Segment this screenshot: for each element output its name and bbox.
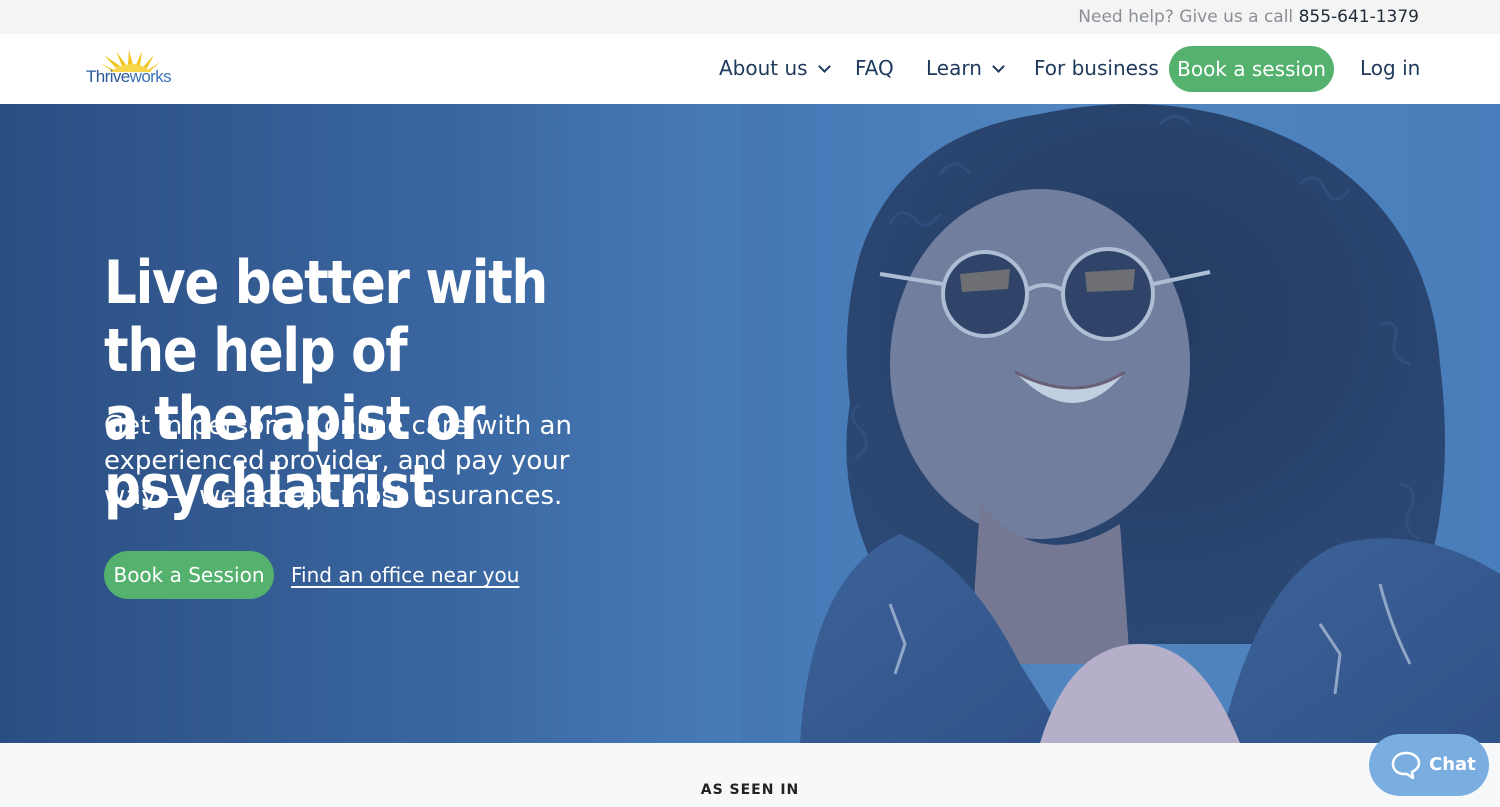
nav-about-us[interactable]: About us — [719, 56, 831, 80]
as-seen-in-label: AS SEEN IN — [700, 782, 800, 798]
nav-faq-label: FAQ — [855, 56, 894, 80]
find-office-link[interactable]: Find an office near you — [291, 563, 519, 587]
logo-wordmark: Thriveworks — [86, 67, 172, 87]
hero-heading-line-1: Live better with the help of — [104, 248, 548, 386]
help-text: Need help? Give us a call 855-641-1379 — [1078, 7, 1419, 27]
nav-learn-label: Learn — [926, 56, 982, 80]
nav-for-business-label: For business — [1034, 56, 1159, 80]
main-navigation: Thriveworks About us FAQ Learn For busin… — [0, 34, 1500, 104]
hero-subheading: Get in-person or online care with an exp… — [104, 411, 572, 511]
hero-banner: Live better with the help of a therapist… — [0, 104, 1500, 743]
chat-bubble-icon — [1391, 751, 1421, 779]
logo-text-works: works — [129, 67, 172, 86]
chevron-down-icon — [992, 60, 1005, 73]
phone-link[interactable]: 855-641-1379 — [1299, 7, 1419, 27]
nav-faq[interactable]: FAQ — [855, 56, 894, 80]
chat-button[interactable]: Chat — [1369, 734, 1489, 796]
hero-book-session-button[interactable]: Book a Session — [104, 551, 274, 599]
utility-bar: Need help? Give us a call 855-641-1379 — [0, 0, 1500, 34]
hero-portrait-image — [740, 104, 1500, 743]
chevron-down-icon — [817, 60, 831, 73]
nav-learn[interactable]: Learn — [926, 56, 1005, 80]
chat-label: Chat — [1429, 754, 1476, 775]
login-link[interactable]: Log in — [1360, 56, 1420, 80]
nav-about-us-label: About us — [719, 56, 808, 80]
thriveworks-logo[interactable]: Thriveworks — [86, 50, 186, 90]
help-label: Need help? Give us a call — [1078, 7, 1294, 27]
book-session-button[interactable]: Book a session — [1169, 46, 1334, 92]
as-seen-in-section: AS SEEN IN — [0, 743, 1500, 807]
nav-for-business[interactable]: For business — [1034, 56, 1159, 80]
logo-text-thrive: Thrive — [86, 67, 130, 86]
